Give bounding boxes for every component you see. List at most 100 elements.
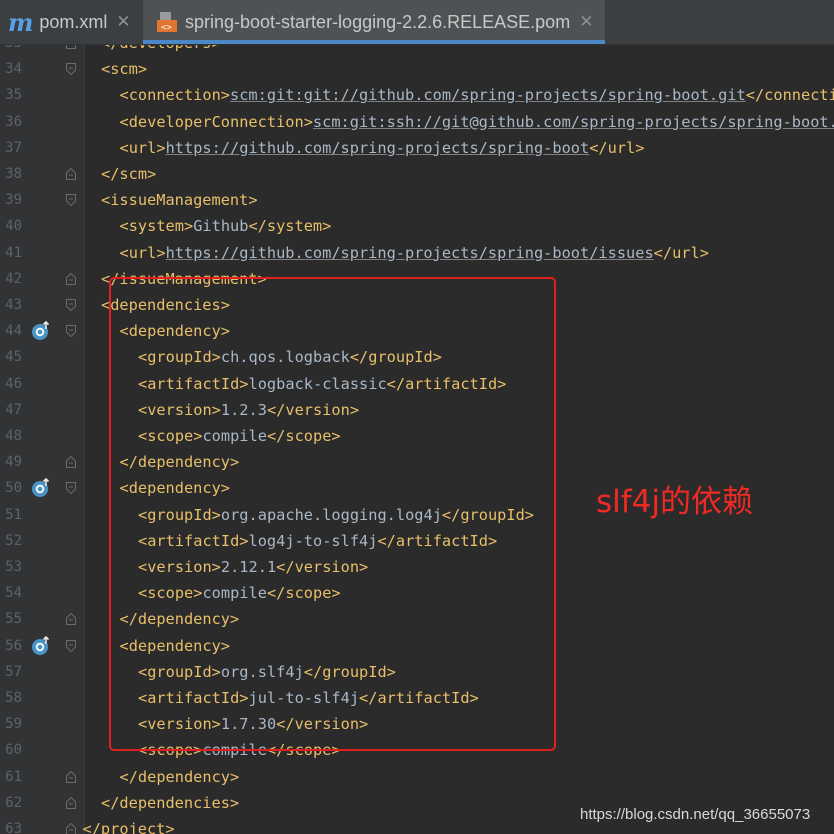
pom-file-icon: <> xyxy=(157,11,177,33)
line-number: 50 xyxy=(5,480,22,497)
line-number: 56 xyxy=(5,637,22,654)
code-text[interactable]: </developers> xyxy=(101,45,221,56)
tab-pom-xml[interactable]: m pom.xml ✕ xyxy=(0,0,140,44)
xml-tag: </connection> xyxy=(745,86,834,105)
fold-close-icon[interactable] xyxy=(66,823,76,834)
xml-tag: </url> xyxy=(589,138,645,157)
code-line[interactable]: 34 <scm> xyxy=(0,56,834,82)
line-number: 33 xyxy=(0,45,22,56)
line-number: 49 xyxy=(5,454,22,471)
line-number: 38 xyxy=(5,166,22,182)
code-line[interactable]: 40 <system>Github</system> xyxy=(0,213,834,239)
xml-tag: </url> xyxy=(653,243,709,262)
fold-open-icon[interactable] xyxy=(66,325,76,338)
xml-tag: <url> xyxy=(119,138,166,157)
fold-close-icon[interactable] xyxy=(66,796,76,809)
code-text[interactable]: </project> xyxy=(83,816,175,834)
code-text[interactable]: <issueManagement> xyxy=(101,187,258,213)
code-line[interactable]: 35 <connection>scm:git:git://github.com/s… xyxy=(0,82,834,108)
close-icon[interactable]: ✕ xyxy=(579,12,593,32)
code-text[interactable]: <url>https://github.com/spring-projects/… xyxy=(120,135,645,161)
line-number: 34 xyxy=(5,61,22,78)
fold-open-icon[interactable] xyxy=(66,299,76,311)
watermark: https://blog.csdn.net/qq_36655073 xyxy=(580,806,811,823)
line-number: 63 xyxy=(5,821,22,834)
code-text[interactable]: </scm> xyxy=(101,161,156,187)
code-text[interactable]: </dependencies> xyxy=(101,790,239,816)
code-text[interactable]: </dependency> xyxy=(120,764,240,790)
fold-close-icon[interactable] xyxy=(66,168,76,180)
xml-tag: </dependencies> xyxy=(101,793,240,812)
code-line[interactable]: 38 </scm> xyxy=(0,161,834,187)
line-number: 45 xyxy=(5,349,22,366)
line-number: 60 xyxy=(5,742,22,759)
xml-tag: <connection> xyxy=(119,86,231,105)
fold-close-icon[interactable] xyxy=(66,45,76,49)
url-link[interactable]: https://github.com/spring-projects/sprin… xyxy=(166,244,654,262)
code-text[interactable]: <scm> xyxy=(101,56,147,82)
xml-text: Github xyxy=(193,217,249,236)
highlight-box xyxy=(109,277,556,751)
code-line[interactable]: 36 <developerConnection>scm:git:ssh://git… xyxy=(0,109,834,135)
line-number: 55 xyxy=(5,611,22,628)
fold-open-icon[interactable] xyxy=(66,639,76,652)
overridden-dependency-icon[interactable] xyxy=(31,478,51,498)
xml-tag: <url> xyxy=(119,243,166,262)
tab-starter-logging-pom[interactable]: <> spring-boot-starter-logging-2.2.6.REL… xyxy=(143,0,605,44)
line-number: 37 xyxy=(5,139,22,156)
xml-tag: <scm> xyxy=(101,60,148,79)
xml-tag: </system> xyxy=(248,217,332,236)
fold-open-icon[interactable] xyxy=(66,482,76,495)
xml-tag: <issueManagement> xyxy=(101,191,258,210)
fold-open-icon[interactable] xyxy=(66,194,76,207)
fold-open-icon[interactable] xyxy=(66,63,76,76)
url-link[interactable]: scm:git:git://github.com/spring-projects… xyxy=(230,86,746,104)
code-line[interactable]: 39 <issueManagement> xyxy=(0,187,834,213)
active-tab-indicator xyxy=(143,40,605,44)
line-number: 43 xyxy=(5,297,22,313)
xml-tag: </developers> xyxy=(101,45,221,52)
line-number: 41 xyxy=(5,244,22,261)
line-number: 39 xyxy=(5,192,22,209)
code-line[interactable]: 61 </dependency> xyxy=(0,764,834,790)
line-number: 35 xyxy=(5,87,22,104)
fold-close-icon[interactable] xyxy=(66,272,76,285)
xml-tag: </project> xyxy=(82,820,175,834)
tab-label: pom.xml xyxy=(39,11,108,32)
line-number: 48 xyxy=(5,428,22,444)
code-line[interactable]: 37 <url>https://github.com/spring-project… xyxy=(0,135,834,161)
line-number: 54 xyxy=(5,585,22,602)
line-number: 47 xyxy=(5,401,22,418)
line-number: 57 xyxy=(5,663,22,680)
xml-tag: </dependency> xyxy=(119,767,240,786)
url-link[interactable]: scm:git:ssh://git@github.com/spring-proj… xyxy=(313,113,834,131)
xml-tag: <developerConnection> xyxy=(119,112,313,131)
code-text[interactable]: <connection>scm:git:git://github.com/spr… xyxy=(120,82,834,108)
overridden-dependency-icon[interactable] xyxy=(31,321,51,341)
code-text[interactable]: <url>https://github.com/spring-projects/… xyxy=(120,240,709,266)
line-number: 40 xyxy=(5,218,22,235)
editor-tab-bar: m pom.xml ✕ <> spring-boot-starter-loggi… xyxy=(0,0,834,45)
line-number: 59 xyxy=(5,716,22,733)
fold-close-icon[interactable] xyxy=(66,770,76,783)
code-text[interactable]: <system>Github</system> xyxy=(120,213,332,239)
code-text[interactable]: <developerConnection>scm:git:ssh://git@g… xyxy=(120,109,834,135)
svg-text:<>: <> xyxy=(161,23,172,33)
xml-tag: </scm> xyxy=(101,165,157,183)
fold-close-icon[interactable] xyxy=(66,613,76,626)
line-number: 58 xyxy=(5,690,22,706)
line-number: 53 xyxy=(5,559,22,575)
line-number: 51 xyxy=(5,506,22,523)
line-number: 52 xyxy=(5,532,22,549)
close-icon[interactable]: ✕ xyxy=(116,12,130,32)
overridden-dependency-icon[interactable] xyxy=(31,635,51,656)
code-line[interactable]: 33 </developers> xyxy=(0,45,834,56)
tab-label: spring-boot-starter-logging-2.2.6.RELEAS… xyxy=(185,11,571,32)
maven-m-icon: m xyxy=(8,7,34,37)
fold-close-icon[interactable] xyxy=(66,456,76,469)
line-number: 46 xyxy=(5,375,22,392)
url-link[interactable]: https://github.com/spring-projects/sprin… xyxy=(166,139,590,157)
line-number: 61 xyxy=(5,768,22,785)
code-line[interactable]: 41 <url>https://github.com/spring-project… xyxy=(0,240,834,266)
annotation-label: slf4j的依赖 xyxy=(596,484,754,520)
